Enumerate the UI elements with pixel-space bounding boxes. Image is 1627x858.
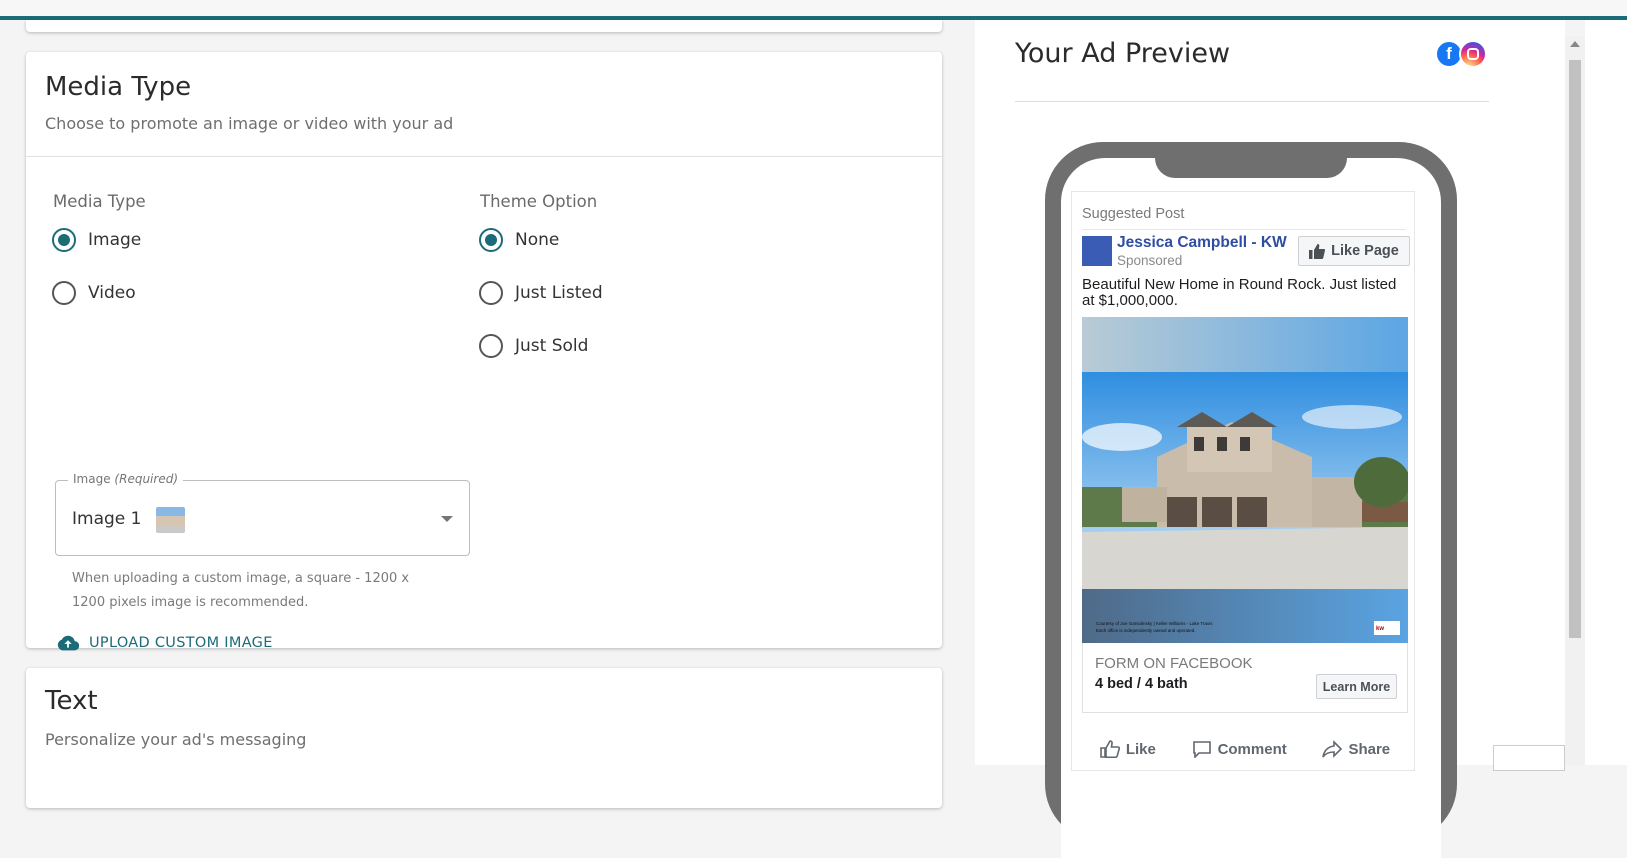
image-select-label: Image (Required) [68, 472, 183, 486]
image-helper-text: When uploading a custom image, a square … [72, 571, 410, 610]
phone-frame: Suggested Post Jessica Campbell - KW Spo… [1045, 142, 1457, 858]
theme-option-label: Theme Option [480, 192, 598, 211]
phone-screen: Suggested Post Jessica Campbell - KW Spo… [1061, 158, 1441, 858]
phone-notch [1155, 158, 1347, 178]
card-title: Text [45, 686, 98, 716]
upload-button-label: UPLOAD CUSTOM IMAGE [89, 635, 273, 651]
like-page-button[interactable]: Like Page [1298, 236, 1410, 266]
image-select-label-text: Image [73, 472, 111, 486]
radio-icon[interactable] [52, 281, 76, 305]
radio-selected-icon[interactable] [52, 228, 76, 252]
facebook-post: Suggested Post Jessica Campbell - KW Spo… [1071, 191, 1415, 771]
radio-icon[interactable] [479, 281, 503, 305]
option-label: Just Sold [515, 336, 589, 356]
preview-divider [1015, 101, 1489, 102]
page-avatar [1082, 236, 1112, 266]
sponsored-label: Sponsored [1117, 253, 1183, 268]
ad-footer: FORM ON FACEBOOK 4 bed / 4 bath Learn Mo… [1082, 643, 1408, 713]
post-actions: Like Comment Share [1082, 734, 1408, 764]
option-label: Video [88, 283, 136, 303]
like-action[interactable]: Like [1100, 740, 1156, 758]
media-type-image-option[interactable]: Image [52, 228, 141, 252]
media-type-label: Media Type [53, 192, 146, 211]
thumbs-up-icon [1309, 243, 1326, 259]
like-page-label: Like Page [1331, 243, 1399, 259]
preview-scrollbar[interactable] [1565, 36, 1585, 765]
share-action-label: Share [1348, 740, 1391, 758]
card-title: Media Type [45, 72, 192, 102]
comment-action[interactable]: Comment [1192, 740, 1287, 758]
media-type-video-option[interactable]: Video [52, 281, 136, 305]
radio-icon[interactable] [479, 334, 503, 358]
text-card: Text Personalize your ad's messaging [26, 668, 942, 808]
previous-card [26, 20, 942, 32]
media-type-card: Media Type Choose to promote an image or… [26, 52, 942, 651]
upload-custom-image-button[interactable]: UPLOAD CUSTOM IMAGE [57, 635, 273, 651]
card-divider [26, 156, 942, 157]
post-divider [1082, 229, 1406, 230]
chevron-down-icon[interactable] [441, 516, 453, 522]
instagram-icon[interactable] [1459, 40, 1487, 68]
card-subtitle: Personalize your ad's messaging [45, 730, 307, 749]
side-strip [1585, 20, 1627, 765]
image-caption-line-2: Each office is independently owned and o… [1096, 628, 1196, 633]
image-select-value: Image 1 [72, 509, 142, 529]
share-icon [1322, 740, 1343, 758]
radio-selected-icon[interactable] [479, 228, 503, 252]
thumbs-up-icon [1100, 740, 1120, 758]
learn-more-button[interactable]: Learn More [1316, 674, 1397, 699]
ad-house-image: Courtesy of Joe Garsolinsky | Keller Wil… [1082, 317, 1408, 643]
form-value: 4 bed / 4 bath [1095, 676, 1188, 692]
comment-icon [1192, 741, 1211, 758]
post-body-text: Beautiful New Home in Round Rock. Just l… [1082, 276, 1397, 309]
ad-preview-panel: Your Ad Preview f Suggested Post Jessica… [975, 20, 1565, 858]
option-label: Image [88, 230, 142, 250]
scrollbar-thumb[interactable] [1569, 60, 1581, 638]
cloud-upload-icon [57, 635, 79, 651]
form-label: FORM ON FACEBOOK [1095, 655, 1253, 672]
like-action-label: Like [1125, 740, 1156, 758]
option-label: None [515, 230, 560, 250]
image-thumbnail [156, 507, 185, 533]
corner-widget[interactable] [1493, 745, 1565, 771]
required-indicator: (Required) [114, 472, 178, 486]
suggested-post-label: Suggested Post [1082, 206, 1185, 222]
svg-text:kw: kw [1376, 626, 1384, 632]
ad-form-column: Media Type Choose to promote an image or… [0, 20, 975, 808]
option-label: Just Listed [515, 283, 603, 303]
share-action[interactable]: Share [1322, 740, 1390, 758]
theme-none-option[interactable]: None [479, 228, 559, 252]
image-caption-line-1: Courtesy of Joe Garsolinsky | Keller Wil… [1096, 621, 1213, 626]
comment-action-label: Comment [1217, 740, 1287, 758]
theme-just-listed-option[interactable]: Just Listed [479, 281, 603, 305]
page-name[interactable]: Jessica Campbell - KW [1117, 234, 1287, 252]
theme-just-sold-option[interactable]: Just Sold [479, 334, 588, 358]
scroll-up-icon[interactable] [1570, 41, 1580, 47]
browser-top-bar [0, 0, 1627, 20]
card-subtitle: Choose to promote an image or video with… [45, 114, 454, 133]
preview-title: Your Ad Preview [1015, 38, 1231, 69]
image-select[interactable]: Image (Required) Image 1 [55, 472, 470, 556]
